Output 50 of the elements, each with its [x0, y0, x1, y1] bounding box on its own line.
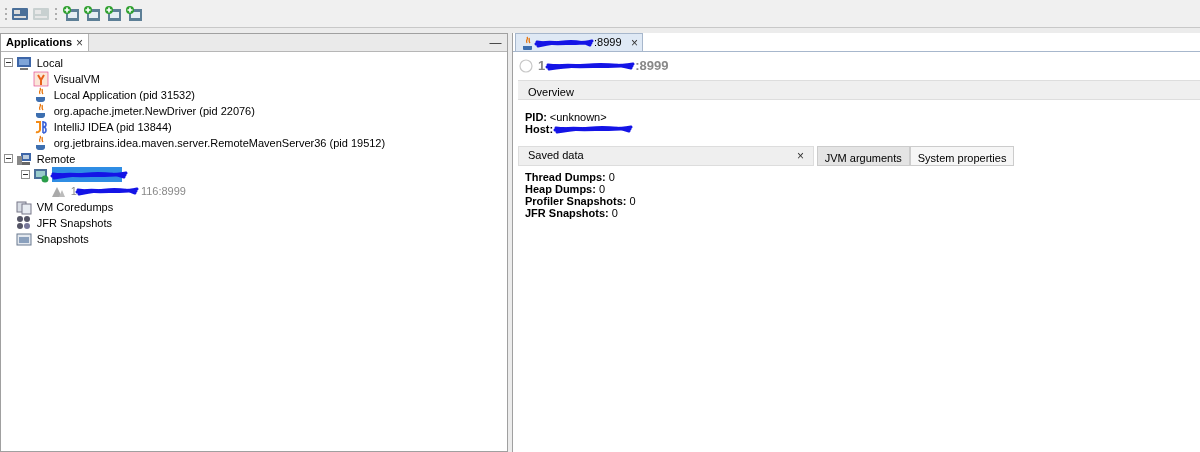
dots-icon [15, 214, 32, 231]
tree-item[interactable]: JFR Snapshots [34, 214, 114, 231]
field-label: Host: [525, 122, 554, 135]
tab-title: :8999 [594, 35, 622, 51]
stat-line: Thread Dumps: 0 [525, 171, 616, 183]
coffee-cup-icon [520, 35, 534, 50]
detail-tab[interactable]: System properties [909, 145, 1015, 166]
computer-icon [32, 166, 49, 183]
window-icon [15, 230, 32, 247]
tree-item-suffix: 116:8999 [139, 183, 187, 199]
stat-line: JFR Snapshots: 0 [525, 207, 619, 219]
tree-toggle[interactable] [3, 154, 13, 164]
tree-toggle[interactable] [3, 58, 13, 68]
application-icon [32, 70, 49, 87]
host-port: :8999 [635, 57, 669, 75]
host-name: 1 [538, 57, 546, 75]
tree-item[interactable]: Local [34, 54, 66, 71]
document-tab[interactable]: :8999 × [515, 33, 644, 51]
documents-icon [15, 198, 32, 215]
tree-item[interactable]: Snapshots [34, 230, 91, 247]
tab-title: Applications [6, 35, 72, 51]
tree-item[interactable]: org.jetbrains.idea.maven.server.RemoteMavenServer36 (pid 19512) [51, 134, 388, 151]
panel-tab[interactable]: Applications × [1, 34, 90, 51]
panel-title: Saved data [528, 148, 584, 164]
tree-item[interactable]: Local Application (pid 31532) [51, 86, 197, 103]
field-label: PID: [525, 110, 547, 123]
computer-icon [15, 54, 32, 71]
add-button[interactable] [104, 4, 122, 23]
grip-icon [53, 5, 59, 22]
tree-item[interactable]: Remote [34, 150, 78, 167]
detail-tab[interactable]: JVM arguments [816, 145, 910, 166]
tree-item[interactable]: IntelliJ IDEA (pid 13844) [51, 118, 174, 135]
tree-item[interactable]: VisualVM [51, 70, 102, 87]
minimize-button[interactable]: — [485, 34, 502, 51]
close-button[interactable]: × [627, 36, 639, 49]
add-button[interactable] [62, 4, 80, 23]
close-button[interactable]: × [793, 149, 804, 162]
tree-toggle[interactable] [20, 170, 30, 180]
stat-line: Heap Dumps: 0 [525, 183, 607, 195]
add-button[interactable] [125, 4, 143, 23]
tree-item[interactable]: VM Coredumps [34, 198, 116, 215]
grip-icon [4, 5, 8, 22]
section-title: Overview [528, 85, 574, 98]
circle-icon [518, 58, 533, 73]
remote-computer-icon [15, 150, 32, 167]
stat-line: Profiler Snapshots: 0 [525, 195, 637, 207]
close-button[interactable]: × [72, 36, 84, 49]
field-value: <unknown> [549, 110, 607, 123]
add-button[interactable] [83, 4, 101, 23]
tree-item[interactable]: org.apache.jmeter.NewDriver (pid 22076) [51, 102, 257, 119]
